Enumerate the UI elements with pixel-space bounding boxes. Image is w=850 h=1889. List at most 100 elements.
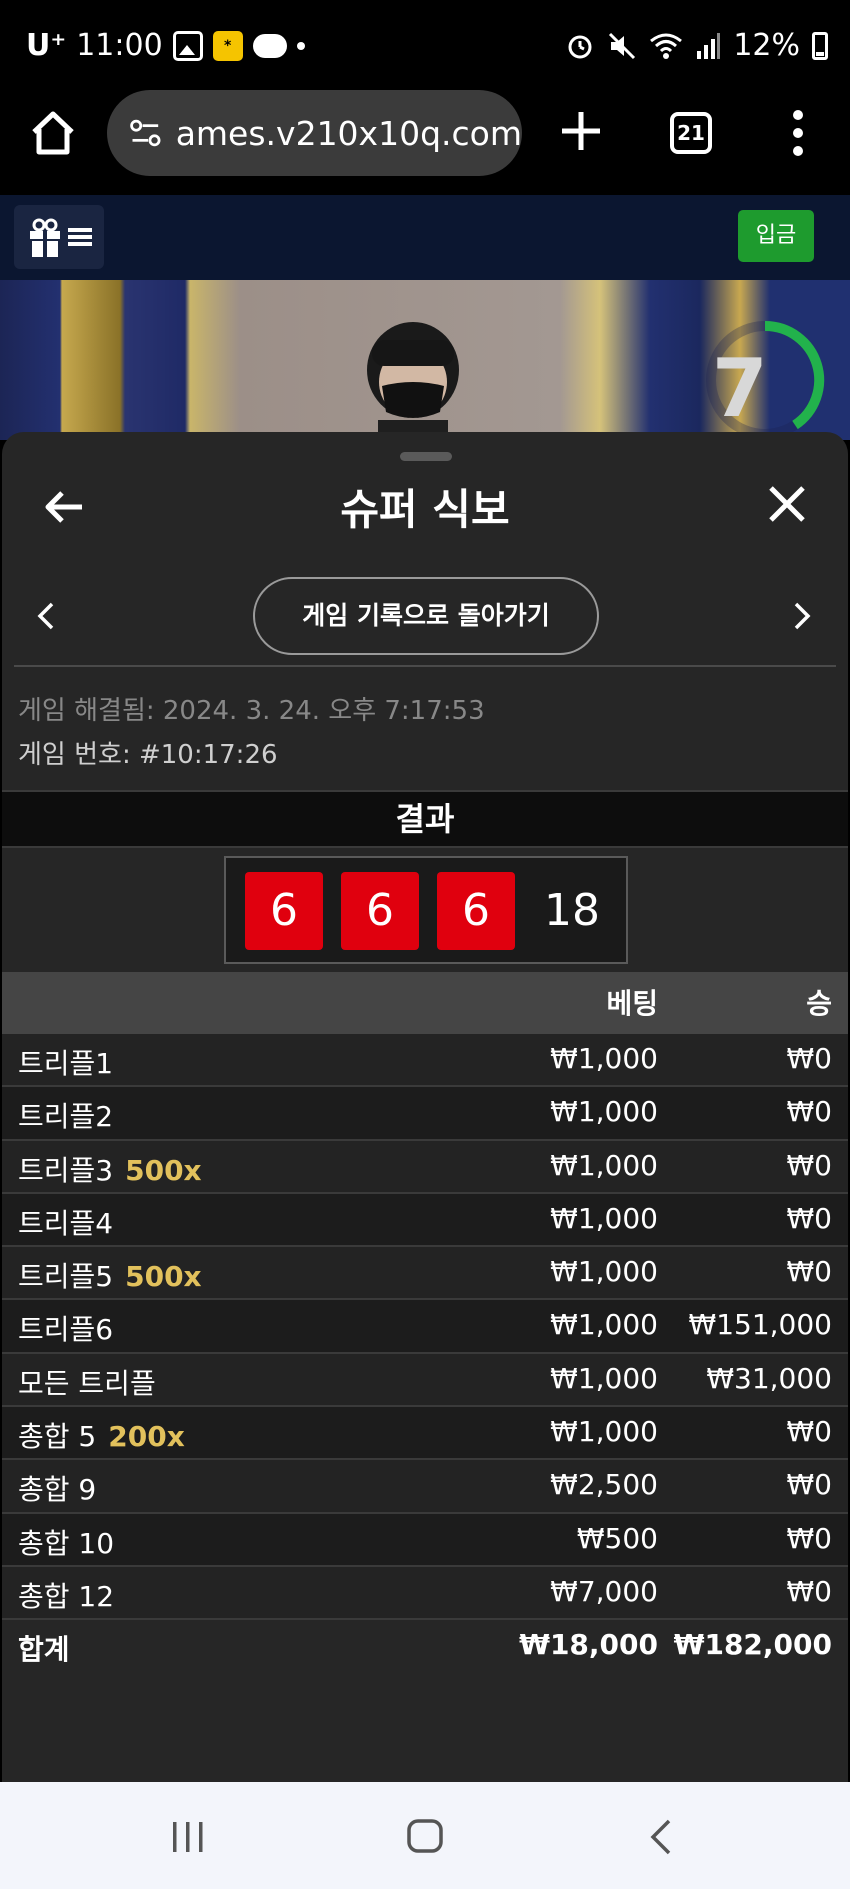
multiplier-badge: 200x: [108, 1420, 185, 1454]
previous-game-chevron-icon[interactable]: [34, 600, 58, 632]
battery-percent: 12%: [733, 28, 800, 63]
win-amount: ₩0: [786, 1095, 833, 1129]
signal-icon: [697, 32, 721, 59]
bet-column-header: 베팅: [606, 987, 658, 1020]
new-tab-icon[interactable]: [558, 108, 604, 154]
bet-type-label: 총합 10: [18, 1526, 115, 1560]
hamburger-icon: [68, 228, 92, 246]
bet-type-label: 트리플6: [18, 1313, 114, 1347]
bet-type-label: 모든 트리플: [18, 1366, 156, 1400]
next-game-chevron-icon[interactable]: [790, 600, 814, 632]
app-notification-icon: *: [212, 30, 243, 61]
close-icon[interactable]: [767, 484, 807, 524]
bet-amount: ₩7,000: [550, 1574, 658, 1608]
promotions-menu-button[interactable]: [14, 205, 104, 269]
status-bar: U⁺ 11:00 * 12%: [0, 0, 850, 90]
address-bar[interactable]: ames.v210x10q.com: [107, 90, 522, 176]
table-row: 모든 트리플 ₩1,000 ₩31,000: [2, 1353, 848, 1408]
win-amount: ₩0: [786, 1148, 833, 1182]
table-row: 총합 9 ₩2,500 ₩0: [2, 1460, 848, 1514]
table-row: 트리플1 ₩1,000 ₩0: [2, 1034, 848, 1088]
bet-amount: ₩500: [576, 1521, 658, 1555]
deposit-button[interactable]: 입금: [738, 210, 814, 262]
back-nav-icon[interactable]: [648, 1818, 674, 1856]
total-bet-amount: ₩18,000: [519, 1628, 658, 1661]
table-row: 트리플2 ₩1,000 ₩0: [2, 1087, 848, 1141]
table-row: 총합 12 ₩7,000 ₩0: [2, 1566, 848, 1621]
total-label: 합계: [18, 1633, 70, 1666]
gallery-notification-icon: [172, 30, 203, 61]
bet-type-label: 트리플1: [18, 1047, 114, 1080]
bet-amount: ₩1,000: [550, 1201, 658, 1235]
bet-amount: ₩1,000: [550, 1308, 658, 1342]
bet-type-label: 트리플4: [18, 1206, 114, 1240]
bet-amount: ₩1,000: [550, 1415, 658, 1449]
game-number: 게임 번호: #10:17:26: [18, 740, 278, 770]
table-row: 트리플4 ₩1,000 ₩0: [2, 1193, 848, 1248]
result-heading: 결과: [2, 790, 848, 848]
bet-type-label: 트리플2: [18, 1100, 114, 1134]
win-amount: ₩0: [786, 1255, 833, 1289]
home-nav-icon[interactable]: [406, 1818, 444, 1854]
total-win-amount: ₩182,000: [673, 1628, 832, 1661]
multiplier-badge: 500x: [125, 1260, 202, 1294]
bets-table: 트리플1 ₩1,000 ₩0 트리플2 ₩1,000 ₩0 트리플3 500x ₩…: [2, 1034, 848, 1621]
live-video-feed: 7: [0, 280, 850, 440]
status-left: U⁺ 11:00 *: [26, 28, 305, 63]
bet-amount: ₩1,000: [550, 1095, 658, 1129]
game-resolved-time: 게임 해결됨: 2024. 3. 24. 오후 7:17:53: [18, 696, 485, 726]
cloud-notification-icon: [252, 33, 287, 58]
multiplier-badge: 500x: [125, 1153, 202, 1187]
tab-switcher-button[interactable]: 21: [670, 112, 712, 154]
win-amount: ₩0: [786, 1574, 833, 1608]
system-navigation-bar: [0, 1782, 850, 1889]
win-amount: ₩0: [786, 1468, 833, 1502]
table-row: 트리플3 500x ₩1,000 ₩0: [2, 1140, 848, 1194]
win-amount: ₩0: [786, 1415, 833, 1449]
bet-type-label: 총합 12: [18, 1579, 115, 1613]
divider: [14, 665, 836, 667]
countdown-number: 7: [712, 342, 768, 435]
table-row: 총합 10 ₩500 ₩0: [2, 1513, 848, 1567]
table-row: 트리플6 ₩1,000 ₩151,000: [2, 1300, 848, 1354]
table-row: 트리플5 500x ₩1,000 ₩0: [2, 1247, 848, 1301]
bet-amount: ₩1,000: [550, 1042, 658, 1075]
table-row: 총합 5 200x ₩1,000 ₩0: [2, 1407, 848, 1461]
more-menu-icon[interactable]: [788, 108, 808, 158]
win-amount: ₩0: [786, 1201, 833, 1235]
bet-amount: ₩2,500: [550, 1468, 658, 1502]
mute-icon: [609, 32, 636, 59]
die-2: 6: [341, 872, 419, 950]
bet-type-label: 트리플5 500x: [18, 1260, 202, 1294]
dice-sum: 18: [544, 885, 600, 936]
win-column-header: 승: [806, 987, 832, 1020]
bet-amount: ₩1,000: [550, 1361, 658, 1395]
alarm-icon: [568, 35, 592, 58]
win-amount: ₩151,000: [688, 1308, 832, 1342]
dealer-image: [367, 322, 459, 440]
browser-toolbar: ames.v210x10q.com 21: [0, 90, 850, 195]
bet-type-label: 총합 9: [18, 1473, 97, 1507]
bet-amount: ₩1,000: [550, 1255, 658, 1289]
back-to-history-button[interactable]: 게임 기록으로 돌아가기: [253, 577, 599, 655]
dice-result: 6 6 6 18: [224, 856, 628, 964]
die-1: 6: [245, 872, 323, 950]
carrier-label: U⁺: [26, 28, 67, 63]
home-icon[interactable]: [28, 108, 78, 158]
recent-apps-icon[interactable]: [170, 1820, 206, 1854]
game-history-sheet: 슈퍼 식보 게임 기록으로 돌아가기 게임 해결됨: 2024. 3. 24. …: [2, 432, 848, 1782]
total-row: 합계 ₩18,000 ₩182,000: [2, 1620, 848, 1676]
bet-amount: ₩1,000: [550, 1148, 658, 1182]
win-amount: ₩0: [786, 1521, 833, 1555]
bet-type-label: 총합 5 200x: [18, 1420, 185, 1454]
status-right: 12%: [565, 28, 828, 63]
clock: 11:00: [76, 28, 163, 63]
site-settings-icon[interactable]: [127, 113, 164, 153]
url-text[interactable]: ames.v210x10q.com: [176, 114, 522, 153]
sheet-drag-handle[interactable]: [400, 452, 452, 461]
more-notifications-dot-icon: [296, 41, 305, 50]
win-amount: ₩31,000: [706, 1361, 832, 1395]
sheet-title: 슈퍼 식보: [340, 485, 510, 534]
wifi-icon: [650, 33, 683, 59]
die-3: 6: [437, 872, 515, 950]
